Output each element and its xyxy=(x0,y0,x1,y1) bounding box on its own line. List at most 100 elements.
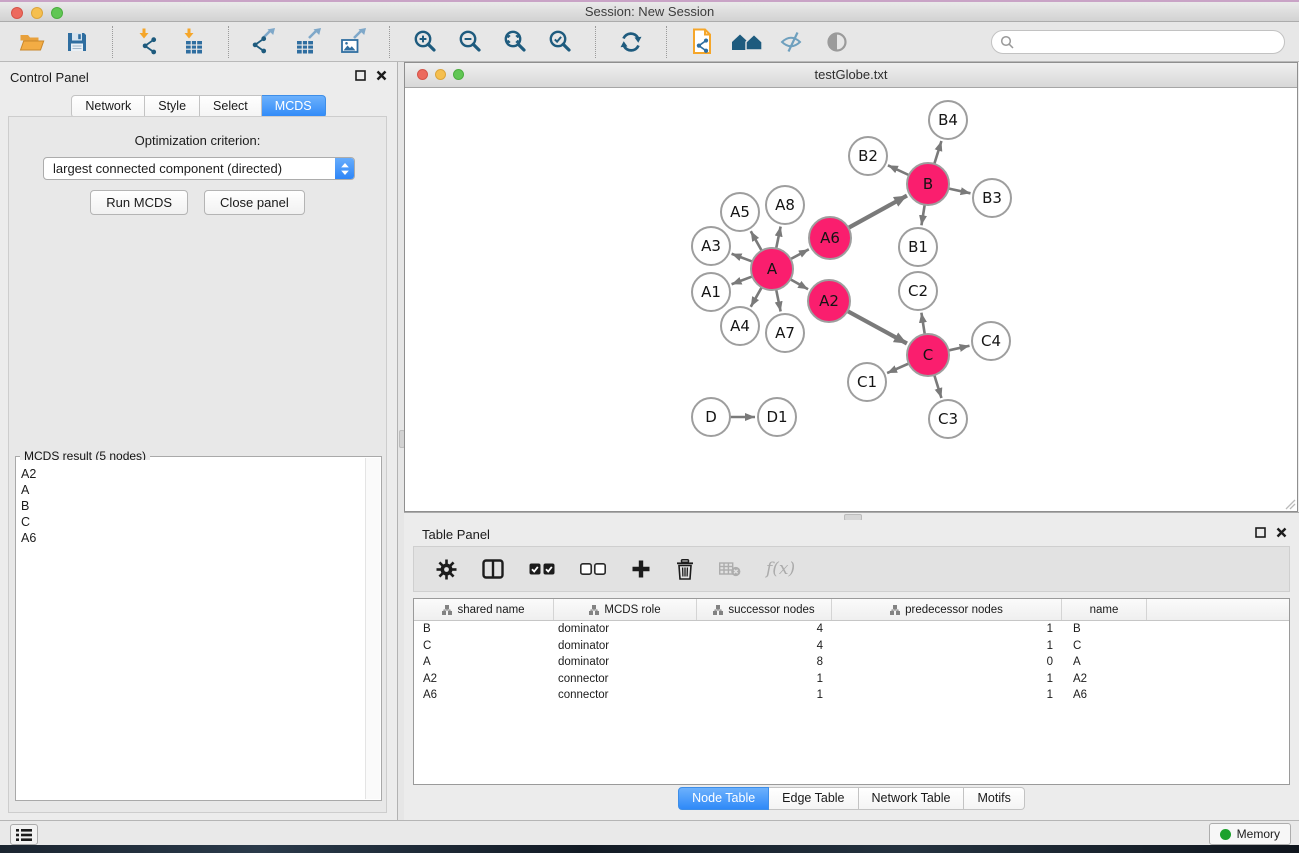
network-node-A4[interactable]: A4 xyxy=(721,307,759,345)
network-node-A8[interactable]: A8 xyxy=(766,186,804,224)
network-edge-A-A4[interactable] xyxy=(751,287,762,307)
table-row[interactable]: Adominator80A xyxy=(414,654,1289,671)
network-edge-B-B2[interactable] xyxy=(888,165,909,175)
network-edge-A-A5[interactable] xyxy=(751,231,762,251)
table-cell[interactable]: A2 xyxy=(414,673,554,685)
network-node-B2[interactable]: B2 xyxy=(849,137,887,175)
table-cell[interactable]: 1 xyxy=(832,623,1062,635)
mcds-result-item[interactable]: A xyxy=(17,482,365,498)
table-row[interactable]: Cdominator41C xyxy=(414,638,1289,655)
horizontal-splitter[interactable] xyxy=(404,512,1299,520)
table-cell[interactable]: dominator xyxy=(554,656,697,668)
network-node-C3[interactable]: C3 xyxy=(929,400,967,438)
table-row[interactable]: Bdominator41B xyxy=(414,621,1289,638)
open-session-icon[interactable] xyxy=(16,26,48,58)
network-edge-C-C1[interactable] xyxy=(887,363,909,373)
show-columns-icon[interactable] xyxy=(482,559,504,579)
network-node-B3[interactable]: B3 xyxy=(973,179,1011,217)
table-row[interactable]: A2connector11A2 xyxy=(414,671,1289,688)
column-header-mcds-role[interactable]: MCDS role xyxy=(554,599,697,620)
tab-network[interactable]: Network xyxy=(71,95,145,118)
run-mcds-button[interactable]: Run MCDS xyxy=(90,190,188,215)
table-cell[interactable]: 1 xyxy=(697,689,832,701)
resize-grip-icon[interactable] xyxy=(1284,498,1296,510)
table-cell[interactable]: connector xyxy=(554,689,697,701)
network-window-titlebar[interactable]: testGlobe.txt xyxy=(405,63,1297,88)
float-panel-icon[interactable] xyxy=(1255,527,1266,538)
zoom-window-button[interactable] xyxy=(51,7,63,19)
column-header-name[interactable]: name xyxy=(1062,599,1147,620)
network-node-C4[interactable]: C4 xyxy=(972,322,1010,360)
zoom-fit-icon[interactable] xyxy=(499,26,531,58)
network-node-A1[interactable]: A1 xyxy=(692,273,730,311)
network-canvas[interactable]: B4B2BB3A5A8A6B1A3AA1C2A2A4A7C4CC1DD1C3 xyxy=(405,88,1297,511)
delete-column-trash-icon[interactable] xyxy=(676,559,694,580)
save-session-icon[interactable] xyxy=(61,26,93,58)
network-node-C[interactable]: C xyxy=(907,334,949,376)
network-edge-A2-C[interactable] xyxy=(847,311,906,343)
tab-edge-table[interactable]: Edge Table xyxy=(769,787,858,810)
table-cell[interactable]: A6 xyxy=(1062,689,1147,701)
task-history-button[interactable] xyxy=(10,824,38,845)
table-cell[interactable]: C xyxy=(1062,640,1147,652)
mcds-result-item[interactable]: A6 xyxy=(17,530,365,546)
table-cell[interactable]: 4 xyxy=(697,640,832,652)
network-edge-A-A6[interactable] xyxy=(791,249,809,259)
network-node-B4[interactable]: B4 xyxy=(929,101,967,139)
export-image-icon[interactable] xyxy=(338,26,370,58)
vertical-splitter[interactable] xyxy=(397,62,404,820)
import-table-icon[interactable] xyxy=(177,26,209,58)
float-panel-icon[interactable] xyxy=(355,70,366,81)
network-node-D[interactable]: D xyxy=(692,398,730,436)
table-row[interactable]: A6connector11A6 xyxy=(414,687,1289,704)
network-node-A[interactable]: A xyxy=(751,248,793,290)
new-network-from-selection-icon[interactable] xyxy=(686,26,718,58)
table-settings-gear-icon[interactable] xyxy=(436,559,457,580)
network-edge-A-A3[interactable] xyxy=(732,254,753,262)
network-node-A2[interactable]: A2 xyxy=(808,280,850,322)
network-node-D1[interactable]: D1 xyxy=(758,398,796,436)
network-node-A6[interactable]: A6 xyxy=(809,217,851,259)
mcds-result-item[interactable]: A2 xyxy=(17,466,365,482)
mcds-result-item[interactable]: B xyxy=(17,498,365,514)
table-cell[interactable]: 4 xyxy=(697,623,832,635)
table-cell[interactable]: B xyxy=(1062,623,1147,635)
network-edge-A-A1[interactable] xyxy=(732,276,753,284)
network-edge-B-B3[interactable] xyxy=(949,188,971,193)
hide-graphics-details-icon[interactable] xyxy=(776,26,808,58)
optimization-criterion-select[interactable]: largest connected component (directed) xyxy=(43,157,355,180)
network-edge-A-A7[interactable] xyxy=(776,290,780,312)
network-node-C1[interactable]: C1 xyxy=(848,363,886,401)
network-edge-A-A2[interactable] xyxy=(790,279,808,289)
zoom-network-window-button[interactable] xyxy=(453,69,464,80)
table-cell[interactable]: 0 xyxy=(832,656,1062,668)
network-edge-C-C2[interactable] xyxy=(921,313,924,335)
export-network-icon[interactable] xyxy=(248,26,280,58)
import-network-icon[interactable] xyxy=(132,26,164,58)
deselect-all-columns-icon[interactable] xyxy=(580,563,606,575)
network-node-B[interactable]: B xyxy=(907,163,949,205)
column-header-shared-name[interactable]: shared name xyxy=(414,599,554,620)
network-node-C2[interactable]: C2 xyxy=(899,272,937,310)
close-panel-icon[interactable] xyxy=(376,70,387,81)
table-cell[interactable]: dominator xyxy=(554,623,697,635)
tab-motifs[interactable]: Motifs xyxy=(964,787,1024,810)
list-scrollbar[interactable] xyxy=(365,458,380,799)
search-input[interactable] xyxy=(1019,34,1276,50)
first-neighbors-icon[interactable] xyxy=(731,26,763,58)
zoom-selected-icon[interactable] xyxy=(544,26,576,58)
network-node-A5[interactable]: A5 xyxy=(721,193,759,231)
network-node-B1[interactable]: B1 xyxy=(899,228,937,266)
table-cell[interactable]: A2 xyxy=(1062,673,1147,685)
export-table-icon[interactable] xyxy=(293,26,325,58)
create-column-plus-icon[interactable] xyxy=(631,559,651,579)
network-edge-A6-B[interactable] xyxy=(848,196,907,228)
network-edge-C-C3[interactable] xyxy=(934,375,941,398)
network-edge-B-B4[interactable] xyxy=(934,141,941,164)
table-cell[interactable]: 1 xyxy=(832,673,1062,685)
table-cell[interactable]: 8 xyxy=(697,656,832,668)
select-all-columns-icon[interactable] xyxy=(529,563,555,575)
network-node-A3[interactable]: A3 xyxy=(692,227,730,265)
column-header-successor-nodes[interactable]: successor nodes xyxy=(697,599,832,620)
minimize-network-window-button[interactable] xyxy=(435,69,446,80)
